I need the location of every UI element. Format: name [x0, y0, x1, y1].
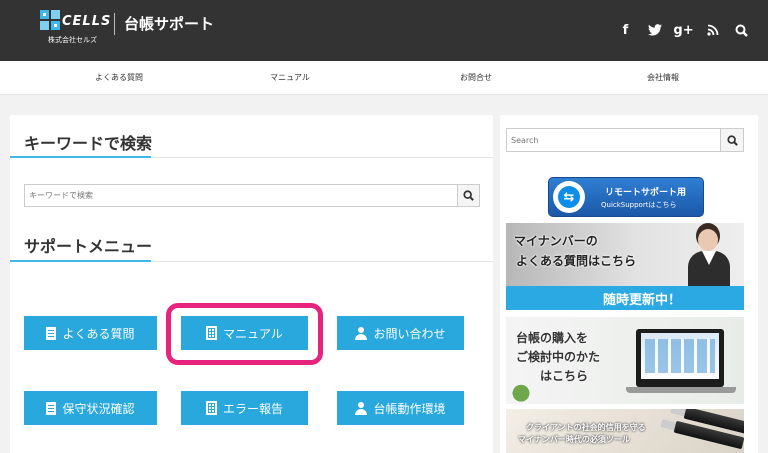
quicksupport-banner[interactable]: ⇆ リモートサポート用 QuickSupportはこちら — [548, 177, 704, 217]
error-report-label: エラー報告 — [222, 401, 283, 416]
faq-button[interactable]: よくある質問 — [24, 316, 157, 350]
laptop-image — [636, 329, 724, 387]
nav-item-faq[interactable]: よくある質問 — [59, 72, 179, 83]
keyword-search-title: キーワードで検索 — [24, 134, 153, 153]
usb-banner-line1: クライアントの社会的信用を守る — [526, 423, 646, 432]
plant-image — [508, 380, 534, 402]
cells-logo-icon — [40, 10, 60, 30]
support-woman-image — [686, 229, 732, 287]
mynumber-banner-line2: よくある質問はこちら — [516, 254, 637, 268]
nav-item-manual[interactable]: マニュアル — [230, 72, 350, 83]
ledger-purchase-banner[interactable]: 台帳の購入を ご検討中のかた はこちら — [506, 317, 744, 404]
laptop-base — [626, 387, 736, 393]
site-header: CELLS 株式会社セルズ 台帳サポート f g+ — [0, 0, 768, 61]
ledger-banner-line1: 台帳の購入を — [516, 331, 589, 345]
environment-button[interactable]: 台帳動作環境 — [337, 391, 464, 425]
teamviewer-icon: ⇆ — [553, 181, 585, 213]
keyword-search-button[interactable] — [457, 185, 479, 206]
mynumber-update-bar: 随時更新中！ — [506, 286, 744, 310]
user-icon — [355, 326, 368, 340]
quicksupport-line1: リモートサポート用 — [605, 188, 687, 198]
search-icon — [463, 190, 474, 201]
sidebar: ⇆ リモートサポート用 QuickSupportはこちら マイナンバーの よくあ… — [500, 115, 758, 453]
keyword-title-accent — [10, 156, 151, 158]
building-icon — [205, 401, 217, 415]
logo-company-name: 株式会社セルズ — [48, 36, 97, 44]
support-title-accent — [10, 260, 151, 262]
support-menu-title: サポートメニュー — [24, 237, 153, 256]
quicksupport-line2: QuickSupportはこちら — [601, 201, 677, 209]
ledger-banner-line3: はこちら — [540, 369, 589, 383]
ledger-banner-line2: ご検討中のかた — [516, 350, 601, 364]
sidebar-search-input[interactable] — [507, 129, 722, 151]
error-report-button[interactable]: エラー報告 — [181, 391, 308, 425]
nav-item-contact[interactable]: お問合せ — [416, 72, 536, 83]
manual-highlight-frame — [166, 303, 323, 365]
search-icon — [726, 134, 738, 146]
document-icon — [46, 401, 57, 415]
keyword-search-box — [24, 184, 480, 207]
contact-button[interactable]: お問い合わせ — [337, 316, 464, 350]
keyword-search-input[interactable] — [25, 185, 459, 206]
twitter-icon[interactable] — [640, 16, 669, 44]
mynumber-banner-line1: マイナンバーの — [514, 234, 598, 248]
logo-wordmark: CELLS — [62, 14, 112, 29]
document-icon — [46, 326, 57, 340]
usb-tool-banner[interactable]: クライアントの社会的信用を守る マイナンバー時代の必須ツール — [506, 409, 744, 453]
faq-button-label: よくある質問 — [62, 326, 135, 341]
global-nav: よくある質問 マニュアル お問合せ 会社情報 — [0, 61, 768, 95]
maintenance-status-button[interactable]: 保守状況確認 — [24, 391, 157, 425]
facebook-icon[interactable]: f — [611, 16, 640, 44]
logo-divider — [114, 13, 115, 35]
mynumber-faq-banner[interactable]: マイナンバーの よくある質問はこちら 随時更新中！ — [506, 223, 744, 310]
usb-banner-line2: マイナンバー時代の必須ツール — [518, 435, 630, 444]
social-links: f g+ — [611, 16, 756, 44]
sidebar-search-box — [506, 128, 744, 152]
search-icon[interactable] — [727, 16, 756, 44]
site-title[interactable]: 台帳サポート — [124, 13, 214, 34]
user-icon — [355, 401, 368, 415]
nav-item-company[interactable]: 会社情報 — [603, 72, 723, 83]
sidebar-search-button[interactable] — [720, 129, 743, 151]
cells-logo[interactable]: CELLS 株式会社セルズ — [40, 10, 118, 46]
environment-button-label: 台帳動作環境 — [373, 401, 446, 416]
rss-icon[interactable] — [698, 16, 727, 44]
maintenance-status-label: 保守状況確認 — [62, 401, 135, 416]
contact-button-label: お問い合わせ — [373, 326, 446, 341]
google-plus-icon[interactable]: g+ — [669, 16, 698, 44]
